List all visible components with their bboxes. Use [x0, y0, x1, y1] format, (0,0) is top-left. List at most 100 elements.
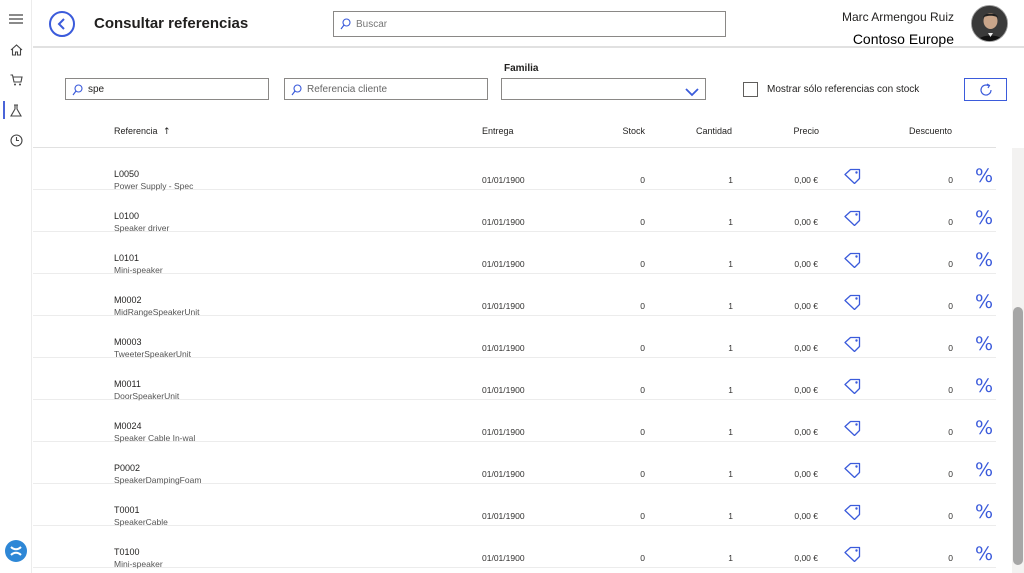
table-row[interactable]: T0001 SpeakerCable 01/01/1900 0 1 0,00 €0%: [33, 484, 996, 527]
price-value: 0,00 €: [794, 553, 818, 563]
search-icon: [72, 83, 83, 101]
discount-value: 0: [948, 259, 953, 269]
reference-code: T0001: [114, 505, 140, 515]
delivery-date: 01/01/1900: [482, 301, 525, 311]
quantity-value[interactable]: 1: [683, 553, 733, 563]
discount-percent-icon[interactable]: %: [975, 376, 993, 396]
back-button[interactable]: [49, 11, 75, 37]
familia-dropdown[interactable]: [501, 78, 706, 100]
sort-arrow-up-icon: ↑: [163, 127, 171, 137]
stock-value: 0: [640, 217, 645, 227]
delivery-date: 01/01/1900: [482, 553, 525, 563]
quantity-value[interactable]: 1: [683, 511, 733, 521]
price-value: 0,00 €: [794, 217, 818, 227]
discount-value: 0: [948, 385, 953, 395]
table-row[interactable]: L0100 Speaker driver 01/01/1900 0 1 0,00 €0%: [33, 190, 996, 233]
col-header-descuento[interactable]: Descuento: [892, 126, 952, 136]
price-tag-icon[interactable]: [843, 294, 863, 312]
discount-percent-icon[interactable]: %: [975, 502, 993, 522]
discount-percent-icon[interactable]: %: [975, 460, 993, 480]
avatar[interactable]: [971, 5, 1008, 42]
col-header-cantidad[interactable]: Cantidad: [682, 126, 732, 136]
results-list: L0050 Power Supply - Spec 01/01/1900 0 1 0,00…: [33, 148, 996, 573]
quantity-value[interactable]: 1: [683, 259, 733, 269]
stock-only-checkbox[interactable]: [743, 82, 758, 97]
refresh-button[interactable]: [964, 78, 1007, 101]
delivery-date: 01/01/1900: [482, 427, 525, 437]
reference-code: L0101: [114, 253, 140, 263]
discount-percent-icon[interactable]: %: [975, 250, 993, 270]
delivery-date: 01/01/1900: [482, 385, 525, 395]
client-reference-input[interactable]: [307, 81, 477, 97]
app-logo-icon[interactable]: [5, 540, 27, 562]
quantity-value[interactable]: 1: [683, 385, 733, 395]
stock-only-label: Mostrar sólo referencias con stock: [767, 84, 920, 95]
history-icon[interactable]: [0, 127, 32, 153]
table-row[interactable]: P0002 SpeakerDampingFoam 01/01/1900 0 1 0,00 …: [33, 442, 996, 485]
price-tag-icon[interactable]: [843, 420, 863, 438]
price-tag-icon[interactable]: [843, 336, 863, 354]
discount-percent-icon[interactable]: %: [975, 418, 993, 438]
user-name: Marc Armengou Ruiz: [841, 10, 954, 24]
table-row[interactable]: M0024 Speaker Cable In-wal 01/01/1900 0 1 0,0…: [33, 400, 996, 443]
price-tag-icon[interactable]: [843, 378, 863, 396]
table-row[interactable]: M0003 TweeterSpeakerUnit 01/01/1900 0 1 0,00 …: [33, 316, 996, 359]
quantity-value[interactable]: 1: [683, 343, 733, 353]
discount-percent-icon[interactable]: %: [975, 208, 993, 228]
reference-filter-input[interactable]: [88, 81, 258, 97]
stock-value: 0: [640, 511, 645, 521]
global-search[interactable]: [333, 11, 726, 37]
discount-value: 0: [948, 217, 953, 227]
discount-value: 0: [948, 553, 953, 563]
price-value: 0,00 €: [794, 175, 818, 185]
reference-code: M0024: [114, 421, 142, 431]
discount-percent-icon[interactable]: %: [975, 544, 993, 564]
client-reference-filter[interactable]: [284, 78, 488, 100]
col-header-precio[interactable]: Precio: [769, 126, 819, 136]
home-icon[interactable]: [0, 37, 32, 63]
search-icon: [291, 83, 302, 101]
chevron-down-icon: [685, 84, 699, 102]
delivery-date: 01/01/1900: [482, 217, 525, 227]
left-rail: [0, 0, 32, 573]
stock-value: 0: [640, 385, 645, 395]
discount-percent-icon[interactable]: %: [975, 334, 993, 354]
familia-label: Familia: [504, 63, 539, 74]
price-tag-icon[interactable]: [843, 168, 863, 186]
reference-code: L0100: [114, 211, 140, 221]
col-header-entrega[interactable]: Entrega: [482, 126, 514, 136]
discount-percent-icon[interactable]: %: [975, 292, 993, 312]
scrollbar-thumb[interactable]: [1013, 307, 1023, 565]
price-tag-icon[interactable]: [843, 210, 863, 228]
price-tag-icon[interactable]: [843, 504, 863, 522]
stock-value: 0: [640, 175, 645, 185]
quantity-value[interactable]: 1: [683, 301, 733, 311]
quantity-value[interactable]: 1: [683, 175, 733, 185]
price-value: 0,00 €: [794, 259, 818, 269]
quantity-value[interactable]: 1: [683, 427, 733, 437]
col-header-referencia[interactable]: Referencia ↑: [114, 126, 171, 137]
table-row[interactable]: M0011 DoorSpeakerUnit 01/01/1900 0 1 0,00 €0%: [33, 358, 996, 401]
cart-icon[interactable]: [0, 67, 32, 93]
reference-filter[interactable]: [65, 78, 269, 100]
price-tag-icon[interactable]: [843, 546, 863, 564]
reference-description: Mini-speaker: [114, 559, 163, 569]
hamburger-menu-icon[interactable]: [0, 6, 32, 32]
discount-value: 0: [948, 511, 953, 521]
stock-value: 0: [640, 301, 645, 311]
price-tag-icon[interactable]: [843, 462, 863, 480]
table-row[interactable]: L0050 Power Supply - Spec 01/01/1900 0 1 0,00…: [33, 148, 996, 191]
reference-code: M0003: [114, 337, 142, 347]
col-header-stock[interactable]: Stock: [595, 126, 645, 136]
references-icon[interactable]: [0, 97, 32, 123]
price-value: 0,00 €: [794, 343, 818, 353]
discount-percent-icon[interactable]: %: [975, 166, 993, 186]
global-search-input[interactable]: [356, 15, 716, 33]
table-row[interactable]: T0100 Mini-speaker 01/01/1900 0 1 0,00 € 0%: [33, 526, 996, 569]
table-row[interactable]: M0002 MidRangeSpeakerUnit 01/01/1900 0 1 0,00…: [33, 274, 996, 317]
reference-code: T0100: [114, 547, 140, 557]
table-row[interactable]: L0101 Mini-speaker 01/01/1900 0 1 0,00 €0%: [33, 232, 996, 275]
price-tag-icon[interactable]: [843, 252, 863, 270]
quantity-value[interactable]: 1: [683, 469, 733, 479]
quantity-value[interactable]: 1: [683, 217, 733, 227]
